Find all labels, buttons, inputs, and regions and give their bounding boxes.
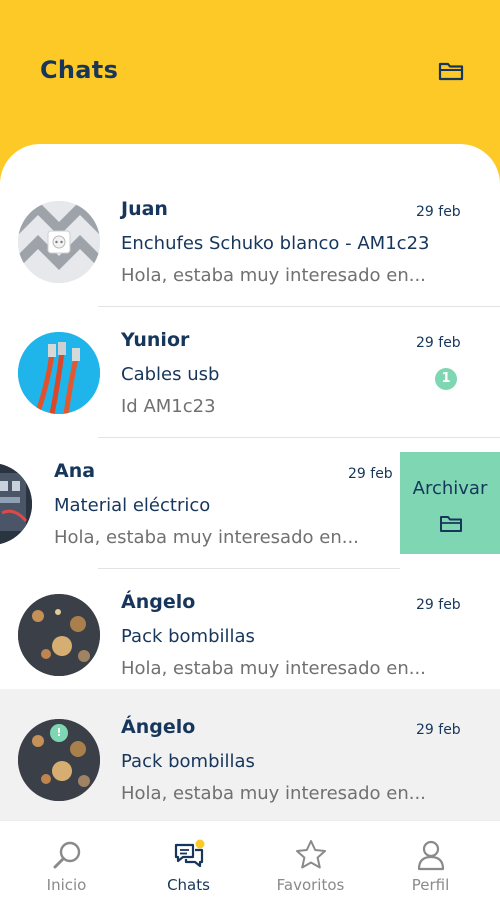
- avatar-status-badge: !: [50, 724, 68, 742]
- chat-preview: Hola, estaba muy interesado en...: [121, 658, 426, 679]
- socket-product-avatar: [18, 201, 100, 283]
- chat-row-angelo[interactable]: Ángelo 29 feb Pack bombillas Hola, estab…: [0, 569, 500, 700]
- chat-name: Ana: [54, 460, 96, 482]
- chat-subject: Pack bombillas: [121, 626, 255, 647]
- chat-preview: Hola, estaba muy interesado en...: [121, 783, 426, 804]
- chat-name: Yunior: [121, 329, 190, 351]
- bulbs-avatar: [18, 594, 100, 676]
- archive-label: Archivar: [412, 478, 488, 499]
- archive-button[interactable]: Archivar: [400, 452, 500, 554]
- tab-chats[interactable]: Chats: [126, 821, 251, 900]
- chat-date: 29 feb: [416, 597, 461, 613]
- bottom-tab-bar: Inicio Chats Favoritos Perfil: [0, 820, 500, 900]
- unread-count-badge: 1: [435, 368, 457, 390]
- folder-icon: [440, 516, 462, 532]
- chat-name: Juan: [121, 198, 168, 220]
- tab-inicio[interactable]: Inicio: [4, 821, 129, 900]
- chat-name: Ángelo: [121, 716, 196, 738]
- search-icon: [53, 841, 81, 869]
- chat-row-angelo-highlighted[interactable]: ! Ángelo 29 feb Pack bombillas Hola, est…: [0, 689, 500, 824]
- chat-subject: Cables usb: [121, 364, 220, 385]
- star-icon: [296, 840, 326, 869]
- tab-label: Favoritos: [276, 876, 345, 894]
- user-icon: [417, 840, 445, 871]
- chat-row-juan[interactable]: Juan 29 feb Enchufes Schuko blanco - AM1…: [0, 176, 500, 307]
- chat-subject: Enchufes Schuko blanco - AM1c23: [121, 233, 430, 254]
- chat-name: Ángelo: [121, 591, 196, 613]
- chat-bubbles-icon: [174, 839, 205, 868]
- chat-preview: Id AM1c23: [121, 396, 216, 417]
- tab-label: Chats: [167, 876, 210, 894]
- chat-preview: Hola, estaba muy interesado en...: [121, 265, 426, 286]
- page-title: Chats: [40, 56, 119, 84]
- tab-perfil[interactable]: Perfil: [368, 821, 493, 900]
- chat-row-yunior[interactable]: Yunior 29 feb Cables usb Id AM1c23 1: [0, 307, 500, 438]
- chat-date: 29 feb: [348, 466, 393, 482]
- electrical-material-avatar: [0, 463, 32, 545]
- chat-date: 29 feb: [416, 335, 461, 351]
- chat-subject: Material eléctrico: [54, 495, 211, 516]
- folder-icon[interactable]: [438, 60, 464, 82]
- chat-subject: Pack bombillas: [121, 751, 255, 772]
- tab-favoritos[interactable]: Favoritos: [248, 821, 373, 900]
- tab-label: Inicio: [46, 876, 87, 894]
- chat-preview: Hola, estaba muy interesado en...: [54, 527, 359, 548]
- chat-date: 29 feb: [416, 204, 461, 220]
- chat-date: 29 feb: [416, 722, 461, 738]
- usb-cables-avatar: [18, 332, 100, 414]
- tab-label: Perfil: [411, 876, 450, 894]
